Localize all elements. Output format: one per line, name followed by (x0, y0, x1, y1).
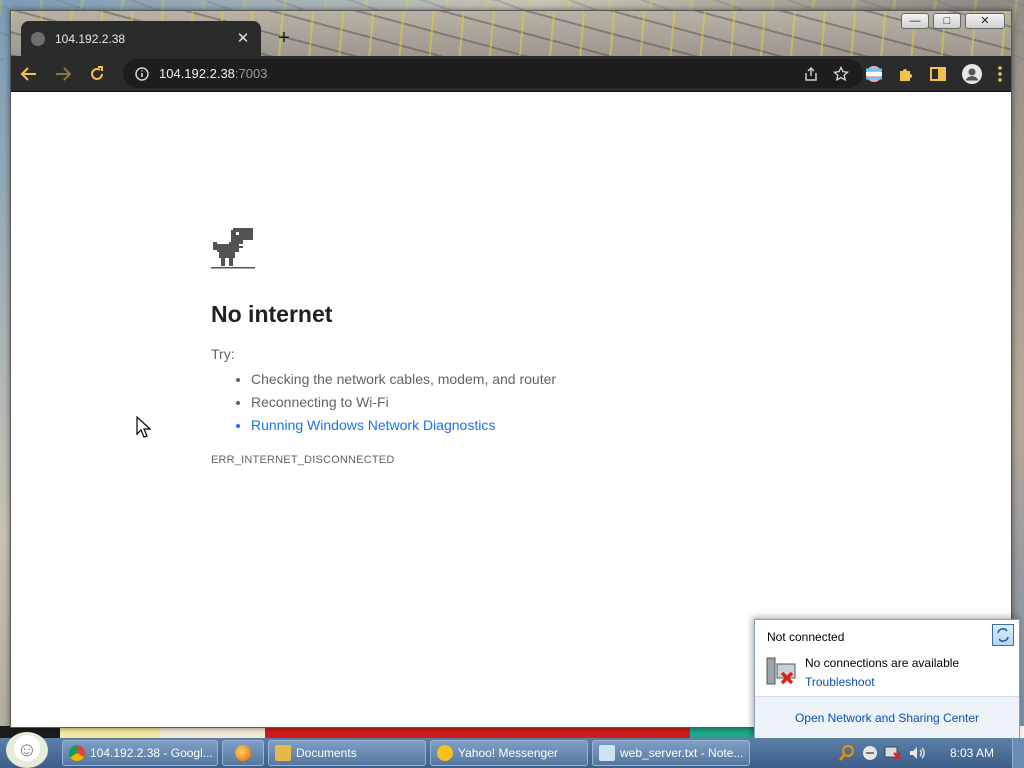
chrome-icon (69, 745, 85, 761)
reload-icon (91, 65, 103, 80)
firefox-icon (235, 745, 251, 761)
troubleshoot-link[interactable]: Troubleshoot (805, 675, 875, 689)
bookmark-star-icon[interactable] (833, 65, 849, 82)
arrow-right-icon (56, 66, 72, 81)
system-tray (838, 738, 926, 768)
taskbar-button-label: web_server.txt - Note... (620, 746, 744, 760)
globe-icon (31, 31, 45, 46)
mouse-cursor-icon (136, 416, 152, 438)
sharing-center-link[interactable]: Open Network and Sharing Center (755, 696, 1019, 738)
page-title: No internet (211, 301, 333, 327)
error-page: No internet Try: Checking the network ca… (211, 226, 811, 466)
share-icon[interactable] (803, 66, 819, 82)
arrow-left-icon (20, 66, 36, 81)
tab-title: 104.192.2.38 (55, 31, 126, 46)
address-bar-actions (803, 59, 849, 88)
info-icon (135, 66, 149, 81)
url-host: 104.192.2.38 (159, 66, 235, 81)
close-tab-icon[interactable]: ✕ (235, 30, 251, 47)
window-controls: — □ ✕ (901, 13, 1005, 29)
network-diagnostics-link[interactable]: Running Windows Network Diagnostics (251, 414, 811, 437)
taskbar-chrome-button[interactable]: 104.192.2.38 - Googl... (62, 740, 218, 766)
menu-kebab-icon[interactable] (997, 65, 1003, 83)
disconnected-network-icon (766, 657, 796, 685)
notepad-icon (599, 745, 615, 761)
search-icon[interactable] (838, 744, 856, 762)
forward-button[interactable] (47, 58, 79, 90)
folder-icon (275, 745, 291, 761)
refresh-arrows-icon (997, 628, 1009, 642)
extension-area (865, 56, 1003, 91)
start-button[interactable]: ☺ (6, 732, 48, 768)
refresh-network-button[interactable] (992, 624, 1014, 646)
network-status: Not connected (767, 630, 845, 644)
error-code: ERR_INTERNET_DISCONNECTED (211, 454, 395, 466)
address-bar[interactable]: 104.192.2.38:7003 (123, 59, 863, 88)
maximize-button[interactable]: □ (933, 13, 961, 29)
taskbar-button-label: Documents (296, 746, 357, 760)
flag-extension-icon[interactable] (865, 65, 883, 83)
suggestion-list: Checking the network cables, modem, and … (251, 368, 811, 437)
messenger-icon (437, 745, 453, 761)
reload-button[interactable] (81, 58, 113, 90)
tray-status-icon[interactable] (862, 745, 878, 761)
try-label: Try: (211, 346, 235, 362)
browser-toolbar: 104.192.2.38:7003 (11, 56, 1011, 91)
tab-active[interactable]: 104.192.2.38 ✕ (21, 21, 261, 56)
taskbar-documents-button[interactable]: Documents (268, 740, 426, 766)
profile-avatar-icon[interactable] (961, 63, 983, 85)
minimize-button[interactable]: — (901, 13, 929, 29)
taskbar-button-label: Yahoo! Messenger (458, 746, 558, 760)
clock[interactable]: 8:03 AM (950, 738, 994, 768)
close-window-button[interactable]: ✕ (965, 13, 1005, 29)
volume-icon[interactable] (908, 745, 926, 761)
network-disconnected-tray-icon[interactable] (884, 745, 902, 761)
taskbar-notepad-button[interactable]: web_server.txt - Note... (592, 740, 750, 766)
taskbar: ☺ 104.192.2.38 - Googl... Documents Yaho… (0, 732, 1024, 768)
puzzle-extensions-icon[interactable] (897, 65, 915, 83)
list-item: Reconnecting to Wi-Fi (251, 391, 811, 414)
back-button[interactable] (13, 58, 45, 90)
dinosaur-icon (211, 228, 255, 269)
taskbar-button-label: 104.192.2.38 - Googl... (90, 746, 213, 760)
connection-message: No connections are available (805, 656, 960, 670)
toolbar-divider (11, 91, 1011, 92)
network-status-popup: Not connected No connections are availab… (754, 619, 1020, 739)
list-item: Checking the network cables, modem, and … (251, 368, 811, 391)
taskbar-messenger-button[interactable]: Yahoo! Messenger (430, 740, 588, 766)
url-port: :7003 (234, 66, 268, 81)
taskbar-firefox-button[interactable] (222, 740, 264, 766)
side-panel-icon[interactable] (929, 65, 947, 83)
title-bar: 104.192.2.38 ✕ + — □ ✕ (11, 11, 1011, 56)
new-tab-button[interactable]: + (273, 27, 295, 49)
show-desktop-button[interactable] (1012, 738, 1024, 768)
